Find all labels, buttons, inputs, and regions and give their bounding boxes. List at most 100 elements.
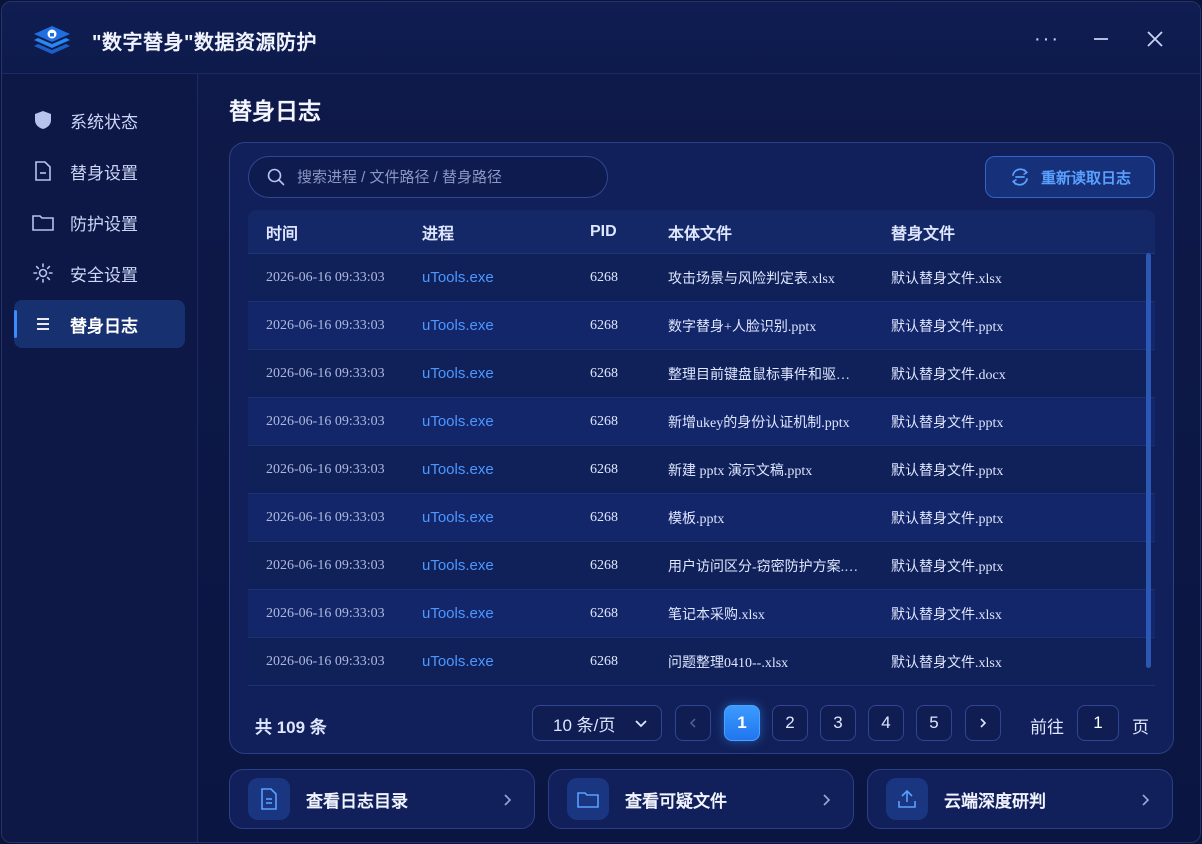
cell-pid: 6268 — [590, 365, 618, 381]
refresh-icon — [1011, 168, 1029, 186]
app-window: "数字替身"数据资源防护 ··· 系统状态 替身设置 防护设置 安全设置 替身日… — [1, 1, 1201, 843]
sidebar-item-label: 防护设置 — [70, 214, 138, 234]
cell-duplicate-file: 默认替身文件.xlsx — [891, 271, 1002, 287]
log-table: 时间 进程 PID 本体文件 替身文件 2026-06-16 09:33:03 … — [248, 210, 1155, 686]
view-suspicious-files-card[interactable]: 查看可疑文件 — [548, 769, 854, 829]
cell-duplicate-file: 默认替身文件.pptx — [891, 463, 1004, 479]
page-button-2[interactable]: 2 — [772, 705, 808, 741]
cell-original-file: 新建 pptx 演示文稿.pptx — [668, 463, 813, 479]
header-original-file[interactable]: 本体文件 — [668, 220, 891, 244]
goto-page-input[interactable] — [1077, 705, 1119, 741]
cell-process-link[interactable]: uTools.exe — [422, 413, 590, 430]
cell-time: 2026-06-16 09:33:03 — [266, 269, 385, 285]
cell-process-link[interactable]: uTools.exe — [422, 557, 590, 574]
list-icon — [32, 313, 54, 335]
log-panel: 重新读取日志 时间 进程 PID 本体文件 替身文件 2026-06-16 09… — [229, 142, 1174, 754]
cell-process-link[interactable]: uTools.exe — [422, 461, 590, 478]
prev-page-button[interactable] — [675, 705, 711, 741]
cell-time: 2026-06-16 09:33:03 — [266, 509, 385, 525]
page-button-1[interactable]: 1 — [724, 705, 760, 741]
cell-pid: 6268 — [590, 269, 618, 285]
cell-process-link[interactable]: uTools.exe — [422, 269, 590, 286]
table-row[interactable]: 2026-06-16 09:33:03 uTools.exe 6268 新建 p… — [248, 446, 1155, 494]
folder-icon — [32, 211, 54, 233]
cell-duplicate-file: 默认替身文件.docx — [891, 367, 1006, 383]
header-pid[interactable]: PID — [590, 223, 668, 241]
cell-duplicate-file: 默认替身文件.pptx — [891, 511, 1004, 527]
cell-duplicate-file: 默认替身文件.pptx — [891, 415, 1004, 431]
cell-process-link[interactable]: uTools.exe — [422, 317, 590, 334]
header-process[interactable]: 进程 — [422, 220, 590, 244]
table-row[interactable]: 2026-06-16 09:33:03 uTools.exe 6268 笔记本采… — [248, 590, 1155, 638]
cell-pid: 6268 — [590, 461, 618, 477]
sidebar-item-label: 系统状态 — [70, 112, 138, 132]
page-title: 替身日志 — [229, 98, 321, 124]
chevron-right-icon — [823, 794, 831, 806]
cell-pid: 6268 — [590, 509, 618, 525]
card-label: 查看日志目录 — [306, 791, 408, 811]
table-row[interactable]: 2026-06-16 09:33:03 uTools.exe 6268 问题整理… — [248, 638, 1155, 686]
cell-time: 2026-06-16 09:33:03 — [266, 461, 385, 477]
goto-label: 前往 — [1030, 718, 1064, 737]
chevron-right-icon — [504, 794, 512, 806]
sidebar-item-protection-settings[interactable]: 防护设置 — [14, 198, 185, 246]
minimize-icon — [1094, 38, 1108, 40]
cell-time: 2026-06-16 09:33:03 — [266, 413, 385, 429]
table-scrollbar[interactable] — [1146, 253, 1151, 668]
cell-original-file: 新增ukey的身份认证机制.pptx — [668, 415, 850, 431]
sidebar: 系统状态 替身设置 防护设置 安全设置 替身日志 — [2, 74, 198, 842]
cell-duplicate-file: 默认替身文件.pptx — [891, 319, 1004, 335]
search-icon — [267, 168, 285, 186]
shield-icon — [32, 109, 54, 131]
reload-log-button[interactable]: 重新读取日志 — [985, 156, 1155, 198]
header-time[interactable]: 时间 — [248, 220, 422, 244]
cell-process-link[interactable]: uTools.exe — [422, 605, 590, 622]
sidebar-item-security-settings[interactable]: 安全设置 — [14, 249, 185, 297]
cell-process-link[interactable]: uTools.exe — [422, 653, 590, 670]
app-title: "数字替身"数据资源防护 — [92, 32, 317, 54]
cell-pid: 6268 — [590, 653, 618, 669]
search-input[interactable] — [297, 168, 587, 186]
cell-duplicate-file: 默认替身文件.xlsx — [891, 655, 1002, 671]
next-page-button[interactable] — [965, 705, 1001, 741]
document-icon — [248, 778, 290, 820]
total-count: 共 109 条 — [255, 718, 327, 737]
cell-process-link[interactable]: uTools.exe — [422, 365, 590, 382]
table-row[interactable]: 2026-06-16 09:33:03 uTools.exe 6268 攻击场景… — [248, 254, 1155, 302]
cell-process-link[interactable]: uTools.exe — [422, 509, 590, 526]
reload-log-label: 重新读取日志 — [1040, 169, 1131, 187]
page-size-select[interactable]: 10 条/页 — [532, 705, 662, 741]
table-row[interactable]: 2026-06-16 09:33:03 uTools.exe 6268 用户访问… — [248, 542, 1155, 590]
sidebar-item-label: 替身设置 — [70, 163, 138, 183]
page-button-4[interactable]: 4 — [868, 705, 904, 741]
cell-original-file: 整理目前键盘鼠标事件和驱… — [668, 367, 850, 383]
page-size-value: 10 条/页 — [553, 715, 616, 735]
upload-icon — [886, 778, 928, 820]
table-row[interactable]: 2026-06-16 09:33:03 uTools.exe 6268 数字替身… — [248, 302, 1155, 350]
table-row[interactable]: 2026-06-16 09:33:03 uTools.exe 6268 整理目前… — [248, 350, 1155, 398]
minimize-button[interactable] — [1086, 24, 1116, 54]
title-bar: "数字替身"数据资源防护 ··· — [2, 2, 1200, 74]
cell-original-file: 笔记本采购.xlsx — [668, 607, 765, 623]
more-options-button[interactable]: ··· — [1032, 24, 1062, 54]
table-row[interactable]: 2026-06-16 09:33:03 uTools.exe 6268 模板.p… — [248, 494, 1155, 542]
close-button[interactable] — [1140, 24, 1170, 54]
view-log-directory-card[interactable]: 查看日志目录 — [229, 769, 535, 829]
cell-duplicate-file: 默认替身文件.xlsx — [891, 607, 1002, 623]
sidebar-item-label: 替身日志 — [70, 316, 138, 336]
page-button-5[interactable]: 5 — [916, 705, 952, 741]
sidebar-item-duplicate-settings[interactable]: 替身设置 — [14, 147, 185, 195]
sidebar-item-duplicate-log[interactable]: 替身日志 — [14, 300, 185, 348]
table-row[interactable]: 2026-06-16 09:33:03 uTools.exe 6268 新增uk… — [248, 398, 1155, 446]
chevron-right-icon — [1142, 794, 1150, 806]
app-logo-icon — [30, 22, 74, 56]
page-button-3[interactable]: 3 — [820, 705, 856, 741]
cell-time: 2026-06-16 09:33:03 — [266, 557, 385, 573]
card-label: 查看可疑文件 — [625, 791, 727, 811]
header-duplicate-file[interactable]: 替身文件 — [891, 220, 1155, 244]
cell-time: 2026-06-16 09:33:03 — [266, 653, 385, 669]
sidebar-item-system-status[interactable]: 系统状态 — [14, 96, 185, 144]
search-box[interactable] — [248, 156, 608, 198]
cloud-analysis-card[interactable]: 云端深度研判 — [867, 769, 1173, 829]
chevron-left-icon — [689, 718, 696, 728]
